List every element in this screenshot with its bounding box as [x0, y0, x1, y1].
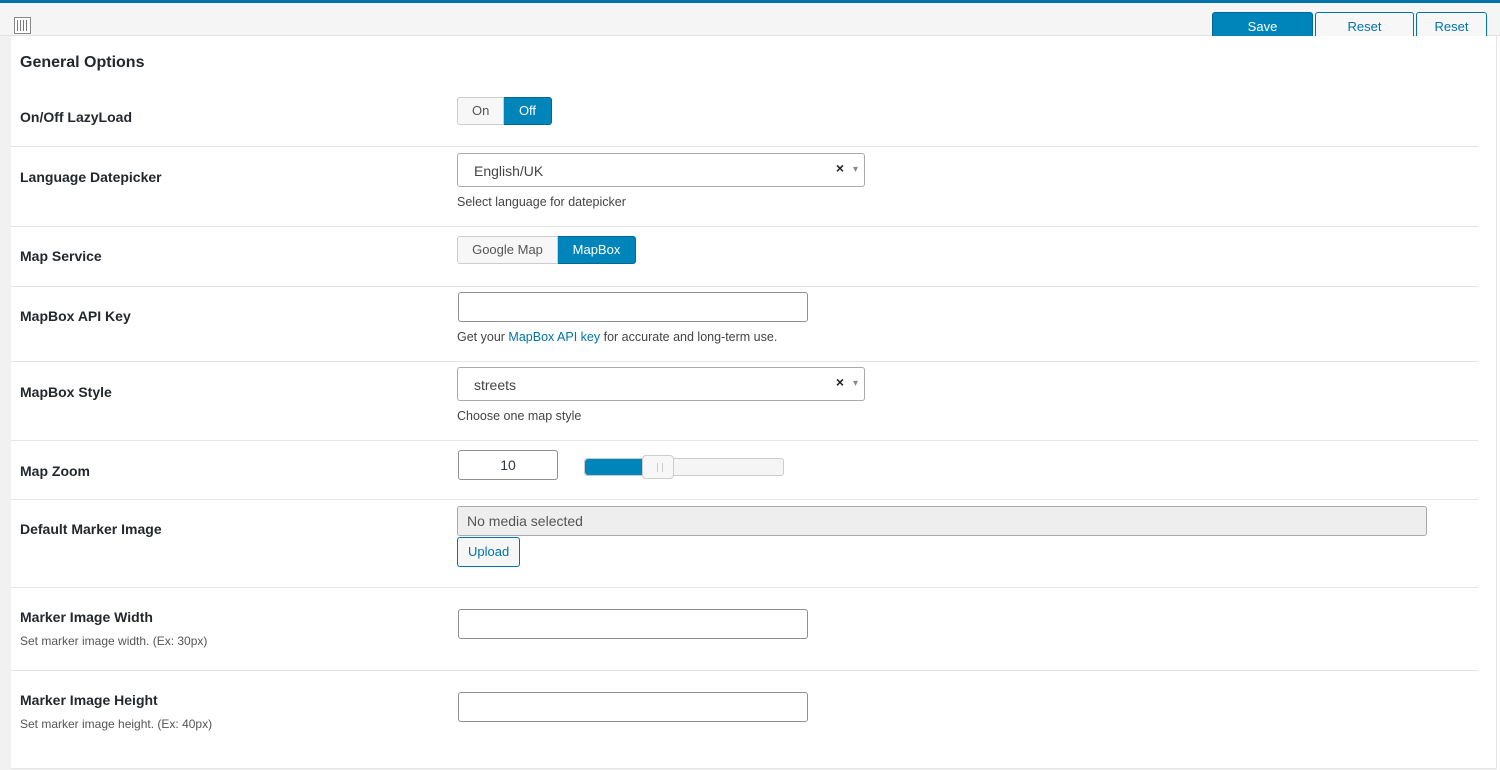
marker-height-input[interactable]: [458, 692, 808, 722]
row-map-zoom: Map Zoom: [11, 441, 1478, 500]
mapbox-key-description: Get your MapBox API key for accurate and…: [457, 330, 777, 344]
marker-height-sublabel: Set marker image height. (Ex: 40px): [20, 717, 213, 731]
language-select[interactable]: English/UK × ▾: [457, 153, 865, 187]
map-zoom-input[interactable]: [458, 450, 558, 480]
row-language: Language Datepicker English/UK × ▾ Selec…: [11, 147, 1478, 227]
row-lazyload: On/Off LazyLoad On Off: [11, 88, 1478, 147]
map-zoom-slider[interactable]: [584, 455, 784, 479]
upload-button[interactable]: Upload: [457, 537, 521, 567]
language-selected-value: English/UK: [474, 163, 544, 179]
slider-handle[interactable]: [642, 455, 675, 479]
language-label: Language Datepicker: [20, 169, 162, 185]
marker-width-input[interactable]: [458, 609, 808, 639]
marker-image-label: Default Marker Image: [20, 521, 162, 537]
chevron-down-icon[interactable]: ▾: [853, 164, 858, 175]
row-mapbox-key: MapBox API Key Get your MapBox API key f…: [11, 287, 1478, 362]
section-title: General Options: [20, 54, 145, 71]
lazyload-label: On/Off LazyLoad: [20, 109, 132, 125]
mapbox-key-desc-suffix: for accurate and long-term use.: [600, 330, 778, 344]
mapbox-style-selected-value: streets: [474, 377, 517, 393]
mapbox-style-clear-icon[interactable]: ×: [836, 374, 844, 390]
options-panel: General Options On/Off LazyLoad On Off L…: [11, 36, 1497, 769]
lazyload-off-option[interactable]: Off: [504, 97, 552, 125]
language-clear-icon[interactable]: ×: [836, 160, 844, 176]
row-mapbox-style: MapBox Style streets × ▾ Choose one map …: [11, 362, 1478, 441]
row-marker-height: Marker Image Height Set marker image hei…: [11, 671, 1478, 761]
mapbox-style-description: Choose one map style: [457, 409, 582, 423]
marker-height-label: Marker Image Height: [20, 692, 158, 708]
map-service-label: Map Service: [20, 248, 102, 264]
mapbox-style-select[interactable]: streets × ▾: [457, 367, 865, 401]
google-map-option[interactable]: Google Map: [457, 236, 558, 264]
map-service-toggle: Google Map MapBox: [457, 236, 636, 264]
chevron-down-icon[interactable]: ▾: [853, 378, 858, 389]
lazyload-toggle: On Off: [457, 97, 552, 125]
row-marker-image: Default Marker Image No media selected U…: [11, 500, 1478, 588]
lazyload-on-option[interactable]: On: [457, 97, 504, 125]
row-marker-width: Marker Image Width Set marker image widt…: [11, 588, 1478, 671]
language-description: Select language for datepicker: [457, 195, 626, 209]
mapbox-api-key-input[interactable]: [458, 292, 808, 322]
mapbox-api-key-link[interactable]: MapBox API key: [508, 330, 600, 344]
mapbox-key-desc-prefix: Get your: [457, 330, 509, 344]
media-url-field: No media selected: [457, 506, 1427, 536]
panel-toggle-icon[interactable]: [14, 17, 31, 34]
marker-width-label: Marker Image Width: [20, 609, 153, 625]
mapbox-option[interactable]: MapBox: [558, 236, 636, 264]
row-map-service: Map Service Google Map MapBox: [11, 227, 1478, 287]
mapbox-style-label: MapBox Style: [20, 384, 112, 400]
mapbox-key-label: MapBox API Key: [20, 308, 131, 324]
map-zoom-label: Map Zoom: [20, 463, 90, 479]
marker-width-sublabel: Set marker image width. (Ex: 30px): [20, 634, 208, 648]
